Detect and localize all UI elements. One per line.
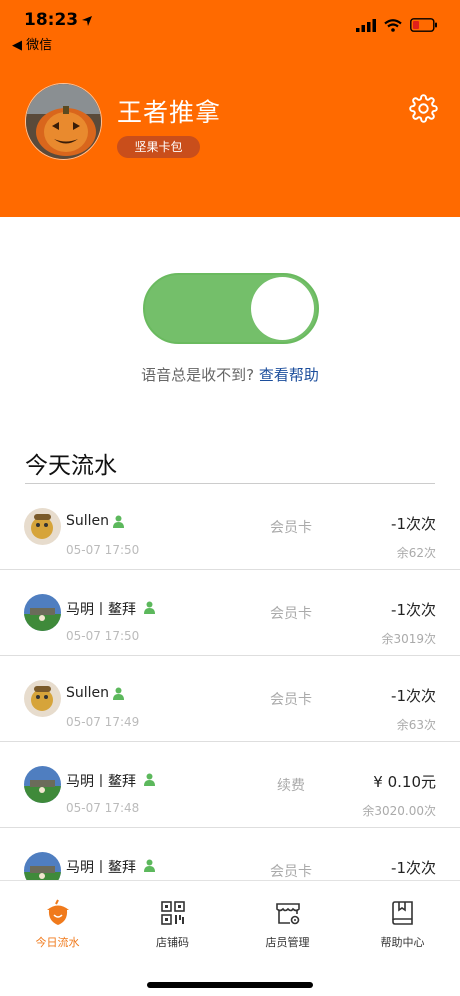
qrcode-icon <box>161 901 185 925</box>
tab-label: 今日流水 <box>35 936 80 949</box>
gear-icon[interactable] <box>409 94 438 123</box>
avatar <box>24 594 61 631</box>
tab-label: 店铺码 <box>156 936 189 949</box>
acorn-icon <box>47 899 69 925</box>
customer-name: 马明丨鳌拜 <box>66 602 136 618</box>
customer-name: Sullen <box>66 513 110 529</box>
toggle-knob <box>251 277 314 340</box>
remaining-balance: 余63次 <box>396 718 436 732</box>
voice-help-line: 语音总是收不到? 查看帮助 <box>0 364 460 385</box>
transaction-type: 会员卡 <box>270 864 312 880</box>
transaction-time: 05-07 17:48 <box>66 801 140 815</box>
tab-help-center[interactable]: 帮助中心 <box>345 881 460 961</box>
transaction-row[interactable]: 马明丨鳌拜 05-07 17:48 续费 ¥ 0.10元 余3020.00次 <box>0 742 460 828</box>
customer-name: 马明丨鳌拜 <box>66 774 136 790</box>
book-icon <box>392 901 413 925</box>
transaction-time: 05-07 17:49 <box>66 715 140 729</box>
member-person-icon <box>144 859 155 872</box>
card-wallet-badge[interactable]: 坚果卡包 <box>117 136 200 158</box>
bottom-tab-bar: 今日流水 店铺码 店员管理 帮助中心 <box>0 880 460 996</box>
status-time: 18:23 <box>24 10 79 30</box>
voice-broadcast-toggle[interactable] <box>143 273 319 344</box>
header: 18:23 ◀ 微信 王者推拿 坚果卡包 <box>0 0 460 217</box>
tab-label: 帮助中心 <box>380 936 425 949</box>
member-person-icon <box>113 687 124 700</box>
status-indicators <box>356 18 438 32</box>
transaction-amount: -1次次 <box>391 601 436 619</box>
transaction-row[interactable]: 马明丨鳌拜 会员卡 -1次次 <box>0 828 460 880</box>
customer-name: Sullen <box>66 685 110 701</box>
back-to-wechat[interactable]: ◀ 微信 <box>12 34 52 53</box>
avatar <box>24 508 61 545</box>
avatar <box>24 852 61 880</box>
avatar <box>24 766 61 803</box>
section-title: 今天流水 <box>25 453 117 479</box>
wifi-icon <box>384 18 402 32</box>
transaction-type: 会员卡 <box>270 606 312 622</box>
member-person-icon <box>144 773 155 786</box>
transaction-list[interactable]: Sullen 05-07 17:50 会员卡 -1次次 余62次 马明丨鳌拜 0… <box>0 484 460 880</box>
transaction-row[interactable]: Sullen 05-07 17:50 会员卡 -1次次 余62次 <box>0 484 460 570</box>
shop-name: 王者推拿 <box>117 98 222 127</box>
tab-store-code[interactable]: 店铺码 <box>115 881 230 961</box>
view-help-link[interactable]: 查看帮助 <box>259 366 319 384</box>
voice-help-text: 语音总是收不到? <box>141 366 255 384</box>
tab-staff-management[interactable]: 店员管理 <box>230 881 345 961</box>
transaction-time: 05-07 17:50 <box>66 629 140 643</box>
remaining-balance: 余3020.00次 <box>362 804 436 818</box>
transaction-amount: -1次次 <box>391 687 436 705</box>
transaction-row[interactable]: 马明丨鳌拜 05-07 17:50 会员卡 -1次次 余3019次 <box>0 570 460 656</box>
customer-name: 马明丨鳌拜 <box>66 860 136 876</box>
tab-today-flow[interactable]: 今日流水 <box>0 881 115 961</box>
shop-avatar[interactable] <box>25 83 102 160</box>
transaction-type: 会员卡 <box>270 520 312 536</box>
avatar <box>24 680 61 717</box>
member-person-icon <box>113 515 124 528</box>
transaction-amount: -1次次 <box>391 859 436 877</box>
location-arrow-icon <box>82 16 92 26</box>
transaction-row[interactable]: Sullen 05-07 17:49 会员卡 -1次次 余63次 <box>0 656 460 742</box>
status-bar: 18:23 ◀ 微信 <box>0 0 460 56</box>
transaction-type: 续费 <box>277 778 305 794</box>
store-gear-icon <box>276 903 300 925</box>
member-person-icon <box>144 601 155 614</box>
transaction-time: 05-07 17:50 <box>66 543 140 557</box>
transaction-amount: -1次次 <box>391 515 436 533</box>
signal-icon <box>356 18 376 32</box>
remaining-balance: 余62次 <box>396 546 436 560</box>
transaction-amount: ¥ 0.10元 <box>373 773 436 791</box>
tab-label: 店员管理 <box>265 936 310 949</box>
home-indicator[interactable] <box>147 982 313 988</box>
pumpkin-avatar-image <box>26 84 101 159</box>
remaining-balance: 余3019次 <box>381 632 436 646</box>
transaction-type: 会员卡 <box>270 692 312 708</box>
battery-icon <box>410 18 437 32</box>
